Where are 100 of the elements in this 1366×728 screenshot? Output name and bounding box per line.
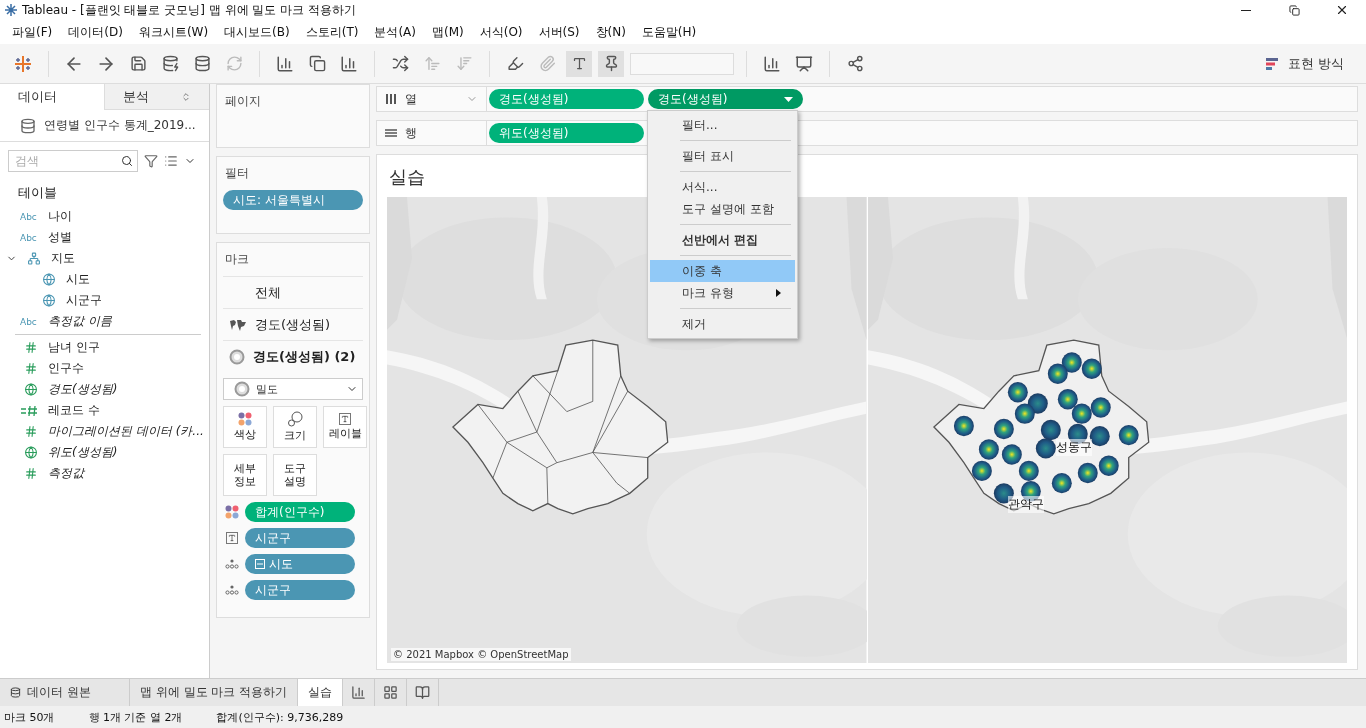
status-text: 마크 50개 [4,709,55,725]
filter-icon[interactable] [144,154,158,168]
menu-item[interactable]: 맵(M) [424,23,472,41]
pin-button[interactable] [598,50,624,77]
field-name[interactable]: 측정값 [48,465,84,482]
view-list-icon[interactable] [164,154,178,168]
show-me-button[interactable]: 표현 방식 [1253,50,1356,77]
status-text: 행 1개 기준 열 2개 [88,709,183,725]
section-title: 테이블 [17,184,58,202]
data-source-icon [20,117,36,134]
string-type-icon: Abc [20,232,42,243]
size-circles-icon [287,411,303,428]
menu-item[interactable]: 도구 설명에 포함 [650,198,795,220]
string-type-icon: Abc [20,211,42,222]
duplicate-icon [308,55,326,72]
field-name[interactable]: 마이그레이션된 데이터 (카... [48,423,204,440]
mark-type-dropdown[interactable]: 밀도 [223,378,363,400]
marks-button[interactable]: 색상 [223,406,267,448]
database-icon [10,687,21,698]
detail-dots-icon [225,559,239,569]
menu-item[interactable]: 스토리(T) [297,23,367,41]
search-field[interactable]: 검색 [8,150,138,172]
field-name[interactable]: 성별 [48,229,72,246]
caret-icon[interactable] [784,96,793,102]
pane-tab[interactable]: 분석 [104,84,209,110]
show-labels-button[interactable] [566,50,592,77]
minimize-icon [1241,9,1251,11]
card-title: 페이지 [224,93,262,110]
card-title: 필터 [224,165,250,182]
menu-item[interactable]: 파일(F) [4,23,61,41]
up-down-arrows-icon [181,91,191,102]
field-pill[interactable]: 경도(생성됨) [648,89,803,109]
string-type-icon: Abc [20,316,42,327]
menu-item[interactable]: 필터 표시 [650,145,795,167]
menu-item[interactable]: 대시보드(B) [216,23,298,41]
map-credit: © 2021 Mapbox © OpenStreetMap [391,648,571,661]
text-label-icon [339,413,351,426]
field-name[interactable]: 측정값 이름 [48,313,112,330]
marks-button[interactable]: 크기 [273,406,317,448]
marks-button[interactable]: 레이블 [323,406,367,448]
field-name[interactable]: 지도 [51,250,75,267]
marks-button[interactable]: 도구 설명 [273,454,317,496]
marks-layer[interactable]: 전체 [223,276,363,308]
color-dots-icon [238,412,252,427]
world-map-icon [229,318,247,331]
density-circle-icon [229,348,245,365]
district-label: 성동구 [1055,439,1092,456]
menu-item[interactable]: 워크시트(W) [130,23,217,41]
field-name[interactable]: 레코드 수 [48,402,100,419]
menu-item[interactable]: 데이터(D) [60,23,131,41]
refresh-icon [225,55,243,72]
sheet-title: 실습 [388,165,425,189]
collapse-icon[interactable] [255,559,265,569]
bar-chart-icon [351,685,367,700]
menu-item[interactable]: 서식(O) [471,23,531,41]
field-name[interactable]: 위도(생성됨) [48,444,118,461]
database-icon [193,55,211,72]
menu-item[interactable]: 선반에서 편집 [650,229,795,251]
field-name[interactable]: 나이 [48,208,72,225]
field-name[interactable]: 시군구 [66,292,102,309]
field-name[interactable]: 인구수 [48,360,84,377]
data-source-name[interactable]: 연령별 인구수 통계_2019... [44,117,196,134]
field-name[interactable]: 경도(생성됨) [48,381,118,398]
field-name[interactable]: 남녀 인구 [48,339,100,356]
submenu-arrow-icon [776,289,781,297]
bar-chart-icon [1265,56,1280,71]
field-name[interactable]: 시도 [66,271,90,288]
tableau-logo [4,3,18,17]
shelf-label: 열 [405,90,417,108]
bar-chart-icon [340,54,358,73]
window-title: Tableau - [플랜잇 태블로 굿모닝] 맵 위에 밀도 마크 적용하기 [22,1,357,19]
presentation-icon [795,54,813,73]
marks-button[interactable]: 세부 정보 [223,454,267,496]
text-label-icon [226,532,238,544]
menu-item[interactable]: 필터... [650,114,795,136]
menu-item[interactable]: 마크 유형 [650,282,795,304]
sheet-tab[interactable]: 실습 [298,679,344,706]
paperclip-icon [538,55,556,72]
menu-item[interactable]: 서버(S) [530,23,588,41]
marks-layer[interactable]: 경도(생성됨) [223,308,363,340]
menu-item[interactable]: 창(N) [587,23,634,41]
density-circle-icon [234,381,250,397]
marks-layer[interactable]: 경도(생성됨) (2) [223,340,363,372]
menu-item[interactable]: 도움말(H) [633,23,705,41]
menu-item[interactable]: 이중 축 [650,260,795,282]
close-icon [1335,3,1349,17]
bar-chart-icon [276,54,294,73]
columns-icon [385,94,397,104]
text-icon [571,56,587,71]
sort-ascending-icon [423,55,441,72]
card-title: 마크 [224,251,250,268]
menu-item[interactable]: 제거 [650,313,795,335]
menu-item[interactable]: 분석(A) [366,23,424,41]
save-icon [129,55,147,72]
shelf-label: 행 [405,124,417,142]
district-label: 관악구 [1007,496,1044,513]
share-icon [846,55,864,72]
highlighter-icon [506,55,524,72]
detail-dots-icon [225,585,239,595]
menu-item[interactable]: 서식... [650,176,795,198]
